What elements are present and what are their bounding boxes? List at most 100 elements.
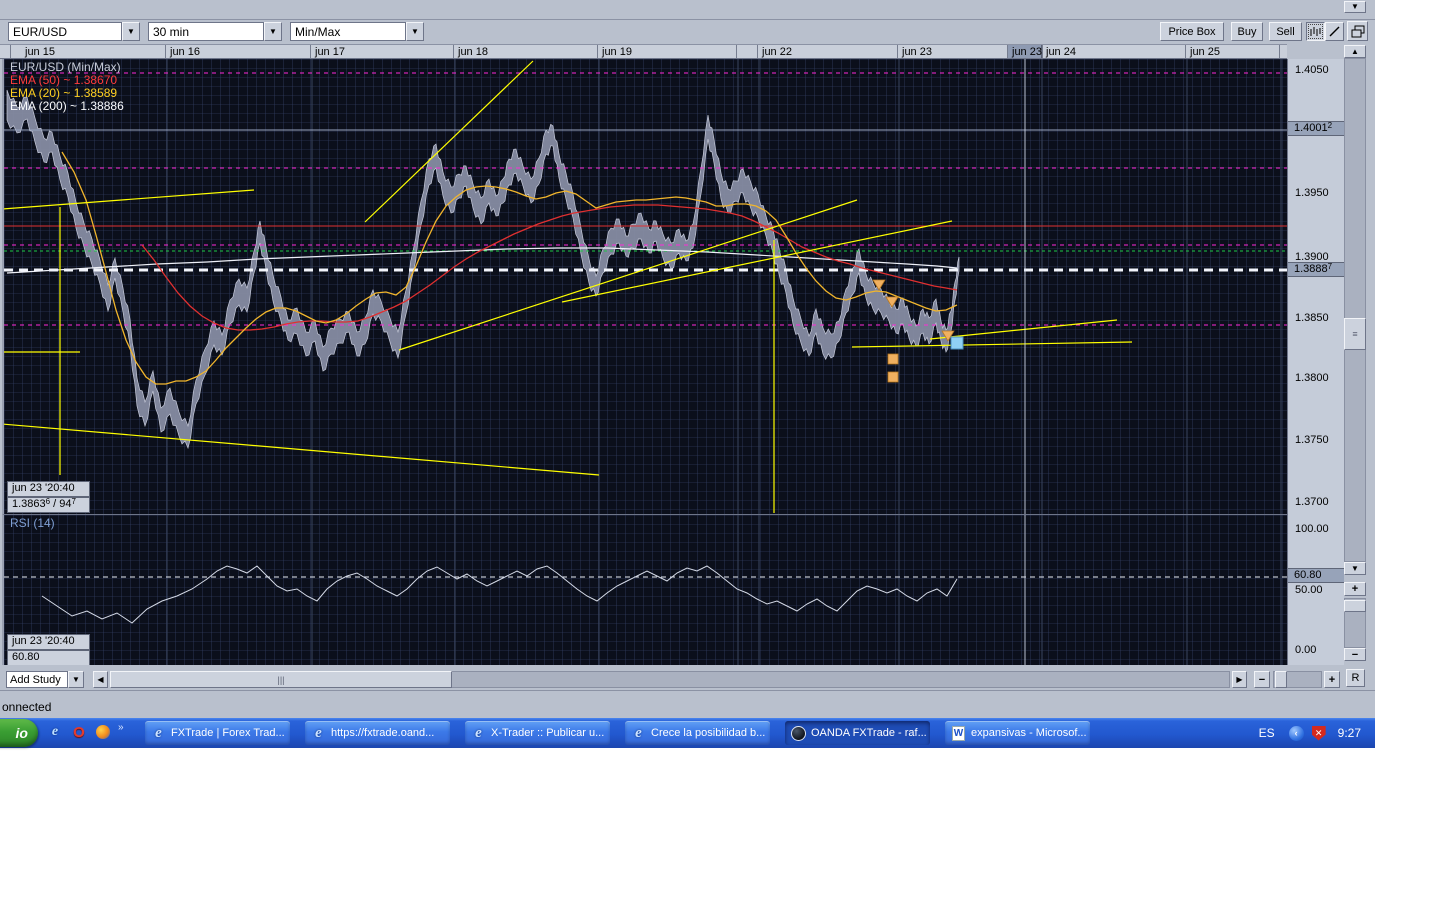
- chart-type-select[interactable]: Min/Max: [290, 22, 406, 41]
- buy-button[interactable]: Buy: [1231, 22, 1263, 41]
- interval-select-arrow[interactable]: ▼: [264, 22, 282, 41]
- chart-scroll-down-button[interactable]: ▼: [1344, 562, 1366, 575]
- legend-instrument: EUR/USD (Min/Max): [10, 60, 121, 74]
- taskbar-button[interactable]: e X-Trader :: Publicar u...: [465, 721, 610, 745]
- chart-hscroll-thumb[interactable]: |||: [110, 671, 452, 688]
- add-study-arrow[interactable]: ▼: [68, 671, 84, 688]
- date-divider: [736, 45, 737, 58]
- date-tick-label: jun 15: [25, 46, 55, 58]
- taskbar-button-label: expansivas - Microsof...: [971, 727, 1087, 739]
- draw-line-tool-button[interactable]: [1325, 22, 1344, 41]
- date-highlight-label: jun 23: [1012, 46, 1042, 58]
- chart-vscroll-track[interactable]: [1344, 58, 1366, 562]
- price-tick-label: 0.00: [1295, 644, 1317, 656]
- date-tick-label: jun 22: [762, 46, 792, 58]
- date-divider: [1042, 45, 1043, 58]
- price-tick-label: 1.3800: [1295, 372, 1329, 384]
- price-axis: 1.4050 1.3950 1.3900 1.3850 1.3800 1.3750 1.37…: [1287, 59, 1344, 665]
- taskbar-button-label: X-Trader :: Publicar u...: [491, 727, 605, 739]
- line-tool-icon: [1329, 26, 1340, 37]
- sell-button[interactable]: Sell: [1269, 22, 1302, 41]
- price-value-box: 1.40012: [1288, 121, 1344, 136]
- zoom-in-v-button[interactable]: +: [1344, 582, 1366, 596]
- rsi-chart-area[interactable]: RSI (14) jun 23 '20:40 60.80: [2, 514, 1287, 665]
- oanda-icon: [791, 725, 806, 741]
- main-chart-area[interactable]: EUR/USD (Min/Max) EMA (50) ~ 1.38670 EMA…: [2, 59, 1287, 514]
- connection-status: onnected: [2, 700, 52, 714]
- quicklaunch-opera-icon[interactable]: O: [70, 723, 88, 741]
- reset-view-button[interactable]: R: [1346, 669, 1365, 687]
- chevron-right-icon: ▶: [1236, 674, 1243, 684]
- taskbar-button-label: FXTrade | Forex Trad...: [171, 727, 285, 739]
- chevron-left-icon: ◀: [97, 674, 104, 684]
- price-value-box: 60.80: [1288, 568, 1344, 583]
- taskbar-button[interactable]: e FXTrade | Forex Trad...: [145, 721, 290, 745]
- zoom-h-thumb[interactable]: [1275, 671, 1287, 688]
- top-strip: [0, 0, 1375, 20]
- legend-ema20: EMA (20) ~ 1.38589: [10, 86, 118, 100]
- ie-icon: e: [635, 724, 642, 741]
- zoom-in-h-button[interactable]: +: [1324, 671, 1340, 688]
- desktop: ▼ EUR/USD ▼ 30 min ▼ Min/Max ▼ Price Box…: [0, 0, 1440, 900]
- interval-select[interactable]: 30 min: [148, 22, 264, 41]
- price-tick-label: 1.4050: [1295, 64, 1329, 76]
- chart-scroll-up-button[interactable]: ▲: [1344, 45, 1366, 58]
- legend-ema50: EMA (50) ~ 1.38670: [10, 73, 118, 87]
- taskbar-button-label: OANDA FXTrade - raf...: [811, 727, 927, 739]
- cascade-windows-icon: [1351, 25, 1364, 37]
- price-tick-label: 1.3850: [1295, 312, 1329, 324]
- chart-vscroll-thumb[interactable]: ≡: [1344, 318, 1366, 350]
- legend-ema200: EMA (200) ~ 1.38886: [10, 99, 124, 113]
- quicklaunch-chevron-icon[interactable]: »: [118, 722, 124, 733]
- rsi-crosshair-value-box: 60.80: [7, 650, 90, 665]
- instrument-select-arrow[interactable]: ▼: [122, 22, 140, 41]
- tray-hide-icons-button[interactable]: ‹: [1288, 725, 1304, 741]
- bars-tool-button[interactable]: [1306, 22, 1325, 41]
- ie-icon: e: [315, 724, 322, 741]
- rsi-crosshair-time-box: jun 23 '20:40: [7, 634, 90, 650]
- start-button[interactable]: io: [0, 719, 38, 747]
- date-tick-label: jun 16: [170, 46, 200, 58]
- rsi-vscroll-thumb[interactable]: [1344, 600, 1366, 612]
- date-divider: [757, 45, 758, 58]
- ie-icon: e: [475, 724, 482, 741]
- outer-scroll-down-button[interactable]: ▼: [1344, 1, 1366, 13]
- price-tick-label: 1.3750: [1295, 434, 1329, 446]
- chevron-down-icon: ▼: [1351, 563, 1359, 573]
- price-bars-icon: [1310, 27, 1321, 36]
- date-axis: jun 15 jun 16 jun 17 jun 18 jun 19 jun 22 jun …: [0, 44, 1287, 59]
- price-tick-label: 1.3700: [1295, 496, 1329, 508]
- taskbar-button[interactable]: OANDA FXTrade - raf...: [785, 721, 930, 745]
- price-tick-label: 1.3950: [1295, 187, 1329, 199]
- scroll-right-button[interactable]: ▶: [1232, 671, 1247, 688]
- tray-language-indicator[interactable]: ES: [1259, 726, 1275, 740]
- scroll-left-button[interactable]: ◀: [93, 671, 108, 688]
- price-tick-label: 100.00: [1295, 523, 1329, 535]
- date-divider: [165, 45, 166, 58]
- quicklaunch-ie-icon[interactable]: e: [46, 723, 64, 741]
- tray-clock: 9:27: [1337, 726, 1361, 740]
- instrument-select[interactable]: EUR/USD: [8, 22, 122, 41]
- date-tick-label: jun 23: [902, 46, 932, 58]
- taskbar-button[interactable]: e https://fxtrade.oand...: [305, 721, 450, 745]
- price-box-button[interactable]: Price Box: [1160, 22, 1224, 41]
- zoom-out-h-button[interactable]: −: [1254, 671, 1270, 688]
- add-study-select[interactable]: Add Study: [6, 671, 68, 688]
- taskbar-button[interactable]: Wexpansivas - Microsof...: [945, 721, 1090, 745]
- zoom-out-v-button[interactable]: −: [1344, 648, 1366, 661]
- tray-security-alert-icon[interactable]: ✕: [1311, 725, 1326, 741]
- date-divider: [1185, 45, 1186, 58]
- date-divider: [597, 45, 598, 58]
- quicklaunch-mediaplayer-icon[interactable]: [94, 723, 112, 741]
- cascade-windows-button[interactable]: [1347, 21, 1368, 41]
- date-tick-label: jun 25: [1190, 46, 1220, 58]
- date-tick-label: jun 18: [458, 46, 488, 58]
- chevron-up-icon: ▲: [1351, 46, 1359, 56]
- chart-type-select-arrow[interactable]: ▼: [406, 22, 424, 41]
- taskbar-button[interactable]: e Crece la posibilidad b...: [625, 721, 770, 745]
- chevron-down-icon: ▼: [1351, 2, 1359, 11]
- date-tick-label: jun 24: [1046, 46, 1076, 58]
- word-icon: W: [952, 725, 965, 741]
- system-tray: ES ‹ ✕ 9:27: [1259, 718, 1375, 748]
- date-divider: [897, 45, 898, 58]
